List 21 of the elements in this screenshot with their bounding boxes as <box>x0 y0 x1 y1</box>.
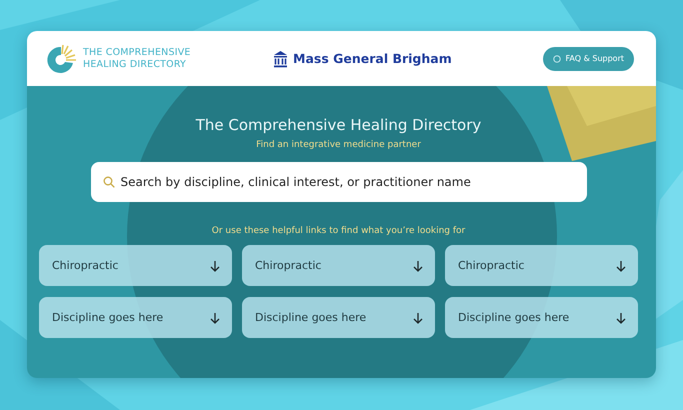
down-arrow-icon <box>616 312 626 324</box>
link-card[interactable]: Discipline goes here <box>445 297 638 338</box>
hero-subtitle: Find an integrative medicine partner <box>256 140 421 150</box>
help-icon <box>552 54 561 62</box>
down-arrow-icon <box>210 260 220 272</box>
down-arrow-icon <box>413 260 423 272</box>
link-card[interactable]: Discipline goes here <box>242 297 435 338</box>
search-field[interactable]: Search by discipline, clinical interest, or practitioner name <box>90 162 586 202</box>
helper-text: Or use these helpful links to find what you’re looking for <box>212 226 466 236</box>
link-card[interactable]: Chiropractic <box>39 245 232 286</box>
link-card[interactable]: Chiropractic <box>445 245 638 286</box>
partner-name: Mass General Brigham <box>293 51 452 66</box>
link-card[interactable]: Discipline goes here <box>39 297 232 338</box>
building-icon <box>273 50 288 68</box>
down-arrow-icon <box>616 260 626 272</box>
down-arrow-icon <box>413 312 423 324</box>
logo-text: THE COMPREHENSIVE HEALING DIRECTORY <box>83 46 192 70</box>
down-arrow-icon <box>210 312 220 324</box>
search-icon <box>102 176 114 188</box>
link-card[interactable]: Chiropractic <box>242 245 435 286</box>
hero-title: The Comprehensive Healing Directory <box>196 116 482 134</box>
